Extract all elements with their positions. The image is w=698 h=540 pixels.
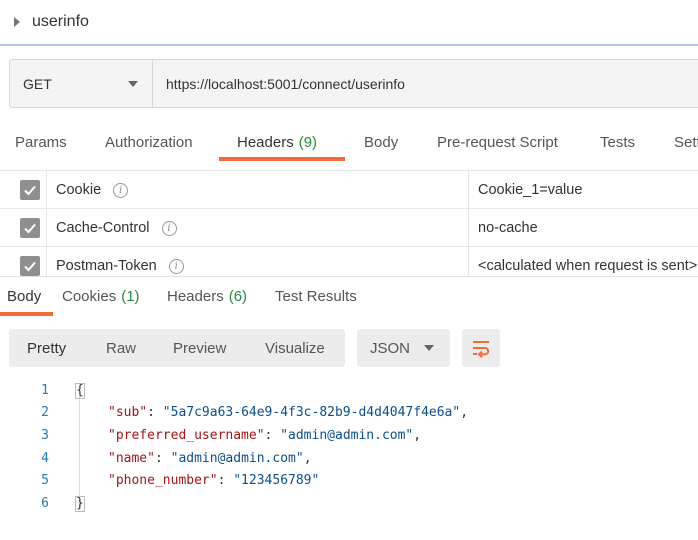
json-value: "admin@admin.com" [280,427,414,443]
view-preview-button[interactable]: Preview [173,329,226,367]
request-name[interactable]: userinfo [32,13,89,31]
json-brace: } [75,495,85,512]
method-label: GET [23,75,52,92]
method-select[interactable]: GET [10,60,153,107]
tab-pre-request-script[interactable]: Pre-request Script [437,122,558,162]
active-tab-indicator [219,157,345,161]
code-line: 3 "preferred_username": "admin@admin.com… [0,424,698,447]
chevron-down-icon [128,81,138,87]
tab-test-results[interactable]: Test Results [275,277,357,315]
wrap-lines-icon [473,341,490,358]
tab-authorization[interactable]: Authorization [105,122,193,162]
json-key: "sub" [108,405,148,421]
view-pretty-button[interactable]: Pretty [27,329,66,367]
header-value[interactable]: no-cache [468,209,698,247]
checkbox-cell [0,209,47,247]
chevron-down-icon [424,345,434,351]
title-divider [0,44,698,46]
info-icon[interactable]: i [113,182,129,198]
url-bar: GET https://localhost:5001/connect/useri… [9,59,698,108]
line-number: 1 [41,382,49,398]
url-input[interactable]: https://localhost:5001/connect/userinfo [153,60,698,107]
caret-right-icon[interactable] [14,17,20,27]
line-number: 5 [41,473,49,489]
tab-tests[interactable]: Tests [600,122,635,162]
code-line: 1 { [0,379,698,402]
request-title-bar[interactable]: userinfo [0,0,698,44]
json-value: "admin@admin.com" [170,450,304,466]
code-line: 6 } [0,492,698,515]
code-line: 5 "phone_number": "123456789" [0,469,698,492]
checkbox-cell [0,247,47,276]
header-key[interactable]: Postman-Token i [56,247,184,276]
response-body-viewer[interactable]: 1 { 2 "sub": "5a7c9a63-64e9-4f3c-82b9-d4… [0,378,698,528]
header-value[interactable]: Cookie_1=value [468,171,698,209]
tab-params[interactable]: Params [15,122,67,162]
code-line: 2 "sub": "5a7c9a63-64e9-4f3c-82b9-d4d404… [0,402,698,425]
response-headers-count: (6) [228,287,248,305]
info-icon[interactable]: i [161,220,177,236]
json-key: "phone_number" [108,473,218,489]
tab-headers[interactable]: Headers (9) [237,122,317,162]
active-response-tab-indicator [0,312,53,316]
line-number: 2 [41,405,49,421]
headers-count: (9) [298,133,318,151]
wrap-lines-button[interactable] [462,329,500,367]
view-mode-group: Pretty Raw Preview Visualize [9,329,345,367]
headers-table: Cookie i Cookie_1=value Cache-Control i no… [0,170,698,276]
checkbox-checked-icon[interactable] [20,180,40,200]
header-value[interactable]: <calculated when request is sent> [468,247,698,276]
tab-response-headers[interactable]: Headers (6) [167,277,247,315]
table-row: Cache-Control i no-cache [0,208,698,247]
checkbox-cell [0,171,47,209]
view-raw-button[interactable]: Raw [106,329,136,367]
line-number: 4 [41,450,49,466]
tab-settings[interactable]: Setti [674,122,698,162]
json-value: "5a7c9a63-64e9-4f3c-82b9-d4d4047f4e6a" [162,405,461,421]
checkbox-checked-icon[interactable] [20,218,40,238]
tab-body[interactable]: Body [364,122,398,162]
code-line: 4 "name": "admin@admin.com", [0,447,698,470]
format-label: JSON [370,339,411,357]
info-icon[interactable]: i [168,258,184,274]
line-number: 3 [41,427,49,443]
response-tabs: Body Cookies (1) Headers (6) Test Results [0,277,698,317]
json-key: "name" [108,450,155,466]
view-visualize-button[interactable]: Visualize [265,329,325,367]
header-key[interactable]: Cookie i [56,171,129,209]
table-row: Postman-Token i <calculated when request … [0,246,698,276]
header-key[interactable]: Cache-Control i [56,209,177,247]
tab-response-cookies[interactable]: Cookies (1) [62,277,140,315]
checkbox-checked-icon[interactable] [20,256,40,276]
line-number: 6 [41,495,49,511]
json-brace: { [75,382,85,399]
request-tabs: Params Authorization Headers (9) Body Pre… [0,122,698,162]
json-key: "preferred_username" [108,427,265,443]
format-select[interactable]: JSON [357,329,450,367]
cookies-count: (1) [121,287,140,305]
table-row: Cookie i Cookie_1=value [0,170,698,209]
json-value: "123456789" [233,473,320,489]
tab-response-body[interactable]: Body [7,277,41,315]
